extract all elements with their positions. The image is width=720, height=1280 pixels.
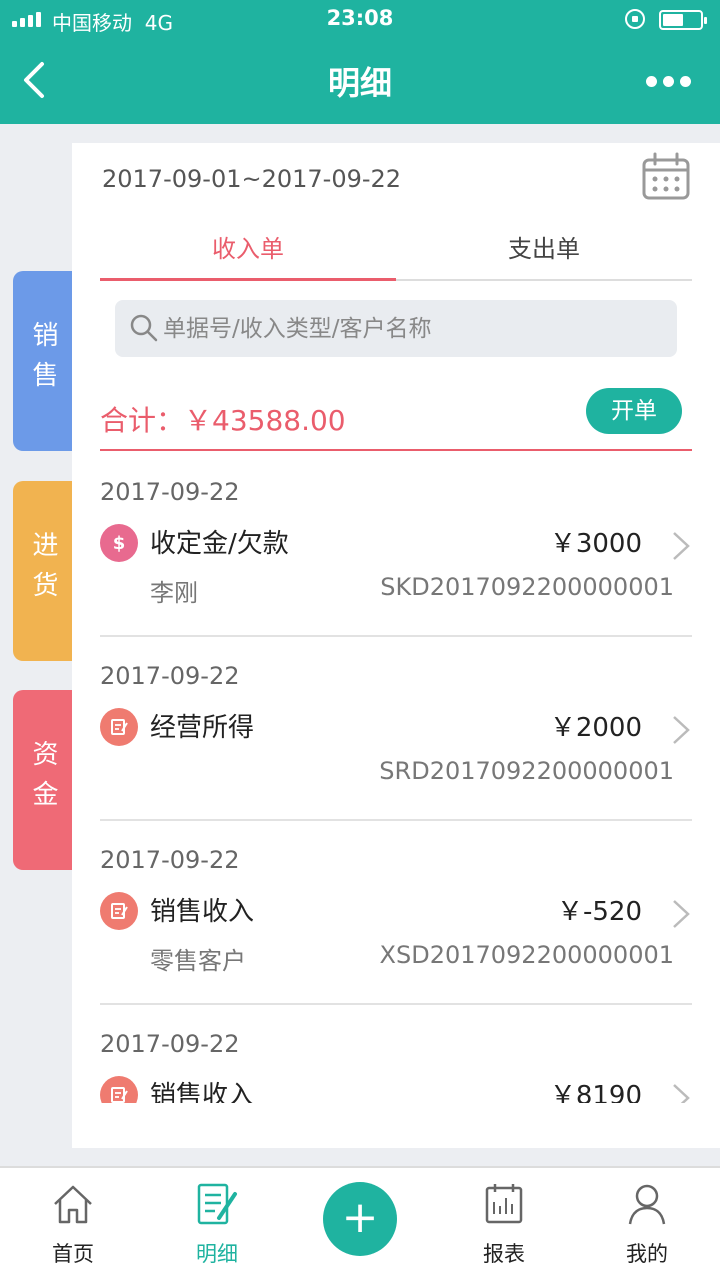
nav-report-label: 报表 (483, 1242, 525, 1266)
record-type: 销售收入 (150, 897, 255, 927)
list-item[interactable]: 2017-09-22 $ 收定金/欠款 ￥3000 李刚 SKD20170922… (100, 453, 692, 637)
tab-income[interactable]: 收入单 (100, 211, 396, 281)
status-bar: 中国移动 4G 23:08 (0, 0, 720, 40)
clock: 23:08 (326, 6, 394, 30)
chevron-right-icon (670, 1081, 692, 1103)
nav-home[interactable]: 首页 (23, 1180, 123, 1268)
battery-icon (659, 10, 707, 30)
record-type: 经营所得 (150, 713, 255, 743)
search-input[interactable] (163, 300, 663, 357)
nav-bar: 明细 (0, 40, 720, 124)
record-type: 销售收入 (150, 1081, 255, 1103)
record-customer: 李刚 (150, 579, 198, 607)
search-box (115, 300, 677, 357)
record-customer: 零售客户 (150, 947, 246, 975)
home-icon (54, 1185, 92, 1224)
nav-detail[interactable]: 明细 (167, 1180, 267, 1268)
bottom-nav: 首页 明细 + 报表 我的 (0, 1166, 720, 1280)
side-tab-label: 资金 (28, 740, 58, 820)
list-item[interactable]: 2017-09-22 销售收入 ￥-520 零售客户 XSD2017092200… (100, 821, 692, 1005)
search-icon (129, 313, 159, 343)
note-icon (100, 1076, 138, 1103)
list-item[interactable]: 2017-09-22 销售收入 ￥8190 (100, 1005, 692, 1103)
note-icon (100, 708, 138, 746)
record-date: 2017-09-22 (100, 846, 240, 874)
more-button[interactable] (646, 68, 698, 94)
record-date: 2017-09-22 (100, 1030, 240, 1058)
nav-mine[interactable]: 我的 (597, 1180, 697, 1268)
side-tab-label: 进货 (28, 531, 58, 611)
total-row: 合计：￥43588.00 开单 (100, 383, 692, 451)
record-amount: ￥2000 (549, 713, 642, 743)
record-type: 收定金/欠款 (150, 529, 289, 559)
detail-list-icon (197, 1183, 237, 1225)
record-date: 2017-09-22 (100, 662, 240, 690)
calendar-icon (642, 152, 690, 200)
rotation-lock-icon (625, 9, 645, 29)
page-title: 明细 (327, 64, 392, 102)
side-tab-purchase[interactable]: 进货 (13, 481, 73, 661)
chevron-right-icon (670, 529, 692, 563)
dollar-icon: $ (100, 524, 138, 562)
total-amount: 合计：￥43588.00 (100, 404, 346, 437)
record-amount: ￥3000 (549, 529, 642, 559)
main-card: 2017-09-01~2017-09-22 收入单 支出单 合计：￥43588.… (72, 143, 720, 1148)
date-range[interactable]: 2017-09-01~2017-09-22 (102, 165, 401, 193)
tab-expense[interactable]: 支出单 (396, 211, 692, 279)
record-list: 2017-09-22 $ 收定金/欠款 ￥3000 李刚 SKD20170922… (100, 453, 692, 1103)
record-date: 2017-09-22 (100, 478, 240, 506)
nav-mine-label: 我的 (626, 1242, 668, 1266)
user-icon (628, 1184, 666, 1225)
calendar-button[interactable] (640, 151, 692, 203)
note-icon (100, 892, 138, 930)
add-button[interactable]: + (323, 1182, 397, 1256)
record-amount: ￥-520 (556, 897, 642, 927)
report-icon (485, 1184, 523, 1224)
chevron-right-icon (670, 713, 692, 747)
tab-bar: 收入单 支出单 (100, 211, 692, 281)
more-dots-icon (646, 75, 657, 87)
side-tab-sales[interactable]: 销售 (13, 271, 73, 451)
record-number: SKD2017092200000001 (380, 573, 674, 601)
chevron-right-icon (670, 897, 692, 931)
side-tab-label: 销售 (28, 321, 58, 401)
side-tab-funds[interactable]: 资金 (13, 690, 86, 870)
nav-detail-label: 明细 (196, 1242, 238, 1266)
open-order-button[interactable]: 开单 (586, 388, 682, 434)
nav-report[interactable]: 报表 (454, 1180, 554, 1268)
list-item[interactable]: 2017-09-22 经营所得 ￥2000 SRD201709220000000… (100, 637, 692, 821)
nav-home-label: 首页 (52, 1242, 94, 1266)
record-number: SRD2017092200000001 (379, 757, 674, 785)
record-amount: ￥8190 (549, 1081, 642, 1103)
record-number: XSD2017092200000001 (379, 941, 674, 969)
